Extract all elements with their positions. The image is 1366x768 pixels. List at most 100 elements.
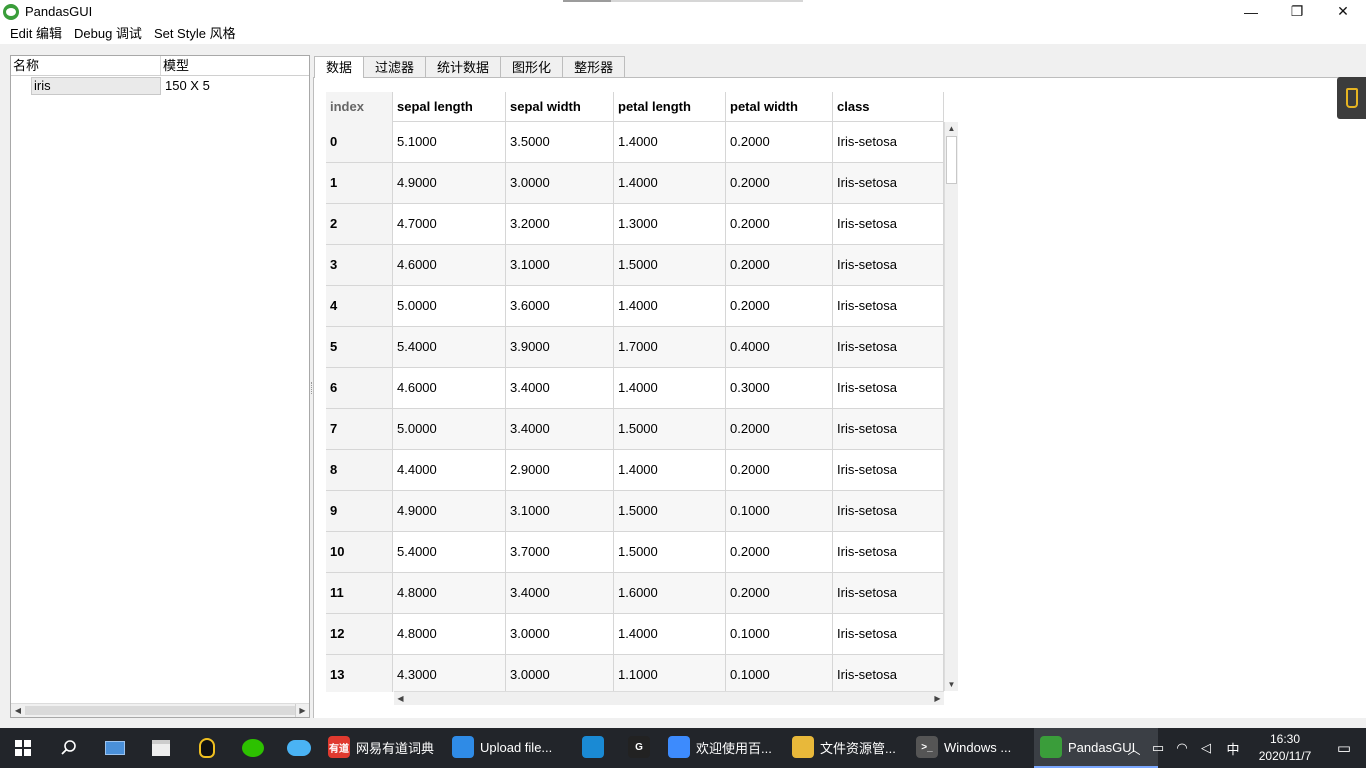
table-row[interactable]: 4 5.0000 3.6000 1.4000 0.2000 Iris-setosa: [326, 286, 944, 327]
table-cell[interactable]: 4.9000: [393, 491, 506, 531]
table-cell[interactable]: 0.2000: [726, 450, 833, 490]
menu-set-style[interactable]: Set Style 风格: [148, 23, 242, 44]
wifi-icon[interactable]: ◠: [1170, 740, 1194, 756]
table-cell[interactable]: Iris-setosa: [833, 491, 944, 531]
scrollbar-thumb[interactable]: [946, 136, 957, 184]
table-row[interactable]: 1 4.9000 3.0000 1.4000 0.2000 Iris-setosa: [326, 163, 944, 204]
table-cell[interactable]: 4.8000: [393, 614, 506, 654]
table-cell[interactable]: 3.0000: [506, 614, 614, 654]
table-cell[interactable]: 0.2000: [726, 122, 833, 162]
table-cell[interactable]: 0.1000: [726, 614, 833, 654]
row-index-cell[interactable]: 4: [326, 286, 393, 326]
row-index-cell[interactable]: 8: [326, 450, 393, 490]
tab-graphing[interactable]: 图形化: [500, 56, 564, 77]
tree-header-name[interactable]: 名称: [11, 56, 161, 75]
table-row[interactable]: 0 5.1000 3.5000 1.4000 0.2000 Iris-setosa: [326, 122, 944, 163]
table-cell[interactable]: 4.3000: [393, 655, 506, 692]
floating-side-widget[interactable]: [1337, 77, 1366, 119]
table-cell[interactable]: 4.7000: [393, 204, 506, 244]
table-cell[interactable]: 3.4000: [506, 409, 614, 449]
table-cell[interactable]: 4.6000: [393, 245, 506, 285]
table-cell[interactable]: 3.1000: [506, 245, 614, 285]
task-view-icon[interactable]: [92, 728, 138, 768]
wechat-icon[interactable]: [230, 728, 276, 768]
row-index-cell[interactable]: 10: [326, 532, 393, 572]
taskbar-app[interactable]: Upload file...: [446, 728, 570, 768]
tree-item-name[interactable]: iris: [31, 77, 161, 95]
scroll-right-icon[interactable]: ▶: [295, 704, 309, 717]
taskbar-app[interactable]: [570, 728, 616, 768]
tree-item-iris[interactable]: iris 150 X 5: [11, 77, 309, 95]
table-row[interactable]: 9 4.9000 3.1000 1.5000 0.1000 Iris-setosa: [326, 491, 944, 532]
row-index-cell[interactable]: 3: [326, 245, 393, 285]
table-horizontal-scrollbar[interactable]: ◀ ▶: [394, 691, 944, 705]
scrollbar-thumb[interactable]: [25, 706, 295, 715]
scroll-left-icon[interactable]: ◀: [394, 692, 407, 705]
table-cell[interactable]: 0.2000: [726, 573, 833, 613]
tab-reshaper[interactable]: 整形器: [562, 56, 626, 77]
row-index-cell[interactable]: 13: [326, 655, 393, 692]
column-header-sepal-width[interactable]: sepal width: [506, 92, 614, 122]
table-cell[interactable]: 0.2000: [726, 245, 833, 285]
table-cell[interactable]: Iris-setosa: [833, 286, 944, 326]
table-cell[interactable]: 1.6000: [614, 573, 726, 613]
ime-indicator[interactable]: 中: [1218, 739, 1248, 758]
table-cell[interactable]: Iris-setosa: [833, 409, 944, 449]
table-row[interactable]: 7 5.0000 3.4000 1.5000 0.2000 Iris-setosa: [326, 409, 944, 450]
table-cell[interactable]: 1.5000: [614, 532, 726, 572]
table-cell[interactable]: 1.4000: [614, 286, 726, 326]
row-index-cell[interactable]: 6: [326, 368, 393, 408]
table-row[interactable]: 2 4.7000 3.2000 1.3000 0.2000 Iris-setosa: [326, 204, 944, 245]
taskbar-app[interactable]: 欢迎使用百...: [662, 728, 786, 768]
table-cell[interactable]: 1.5000: [614, 245, 726, 285]
qq-icon[interactable]: [184, 728, 230, 768]
tree-header-shape[interactable]: 模型: [161, 56, 189, 75]
table-cell[interactable]: 1.4000: [614, 122, 726, 162]
table-cell[interactable]: 1.4000: [614, 614, 726, 654]
scroll-up-icon[interactable]: ▲: [945, 122, 958, 135]
table-cell[interactable]: Iris-setosa: [833, 450, 944, 490]
table-row[interactable]: 11 4.8000 3.4000 1.6000 0.2000 Iris-setosa: [326, 573, 944, 614]
table-cell[interactable]: 1.5000: [614, 491, 726, 531]
table-cell[interactable]: 0.2000: [726, 163, 833, 203]
table-cell[interactable]: Iris-setosa: [833, 655, 944, 692]
table-cell[interactable]: 4.9000: [393, 163, 506, 203]
table-row[interactable]: 6 4.6000 3.4000 1.4000 0.3000 Iris-setosa: [326, 368, 944, 409]
table-cell[interactable]: 3.7000: [506, 532, 614, 572]
table-row[interactable]: 3 4.6000 3.1000 1.5000 0.2000 Iris-setosa: [326, 245, 944, 286]
tab-statistics[interactable]: 统计数据: [425, 56, 502, 77]
row-index-cell[interactable]: 9: [326, 491, 393, 531]
table-cell[interactable]: 1.5000: [614, 409, 726, 449]
table-cell[interactable]: 3.0000: [506, 655, 614, 692]
notification-icon[interactable]: ▭: [1322, 739, 1366, 757]
table-cell[interactable]: Iris-setosa: [833, 245, 944, 285]
tree-horizontal-scrollbar[interactable]: ◀ ▶: [11, 703, 309, 717]
table-cell[interactable]: 0.3000: [726, 368, 833, 408]
row-index-cell[interactable]: 1: [326, 163, 393, 203]
menu-debug[interactable]: Debug 调试: [68, 23, 148, 44]
table-cell[interactable]: Iris-setosa: [833, 163, 944, 203]
table-cell[interactable]: 5.4000: [393, 532, 506, 572]
table-cell[interactable]: Iris-setosa: [833, 368, 944, 408]
taskbar-app[interactable]: G: [616, 728, 662, 768]
table-cell[interactable]: Iris-setosa: [833, 327, 944, 367]
scroll-down-icon[interactable]: ▼: [945, 678, 958, 691]
column-header-index[interactable]: index: [326, 92, 393, 122]
table-row[interactable]: 8 4.4000 2.9000 1.4000 0.2000 Iris-setosa: [326, 450, 944, 491]
table-cell[interactable]: Iris-setosa: [833, 573, 944, 613]
scroll-right-icon[interactable]: ▶: [931, 692, 944, 705]
table-cell[interactable]: 3.1000: [506, 491, 614, 531]
table-cell[interactable]: Iris-setosa: [833, 204, 944, 244]
table-row[interactable]: 13 4.3000 3.0000 1.1000 0.1000 Iris-setosa: [326, 655, 944, 692]
row-index-cell[interactable]: 0: [326, 122, 393, 162]
row-index-cell[interactable]: 11: [326, 573, 393, 613]
scroll-left-icon[interactable]: ◀: [11, 704, 25, 717]
table-cell[interactable]: 1.4000: [614, 368, 726, 408]
table-cell[interactable]: 5.0000: [393, 286, 506, 326]
chevron-up-icon[interactable]: ︿: [1122, 739, 1146, 758]
taskbar-app[interactable]: >_ Windows ...: [910, 728, 1034, 768]
column-header-petal-width[interactable]: petal width: [726, 92, 833, 122]
windows-start-icon[interactable]: [0, 728, 46, 768]
volume-icon[interactable]: ◁: [1194, 740, 1218, 756]
row-index-cell[interactable]: 7: [326, 409, 393, 449]
